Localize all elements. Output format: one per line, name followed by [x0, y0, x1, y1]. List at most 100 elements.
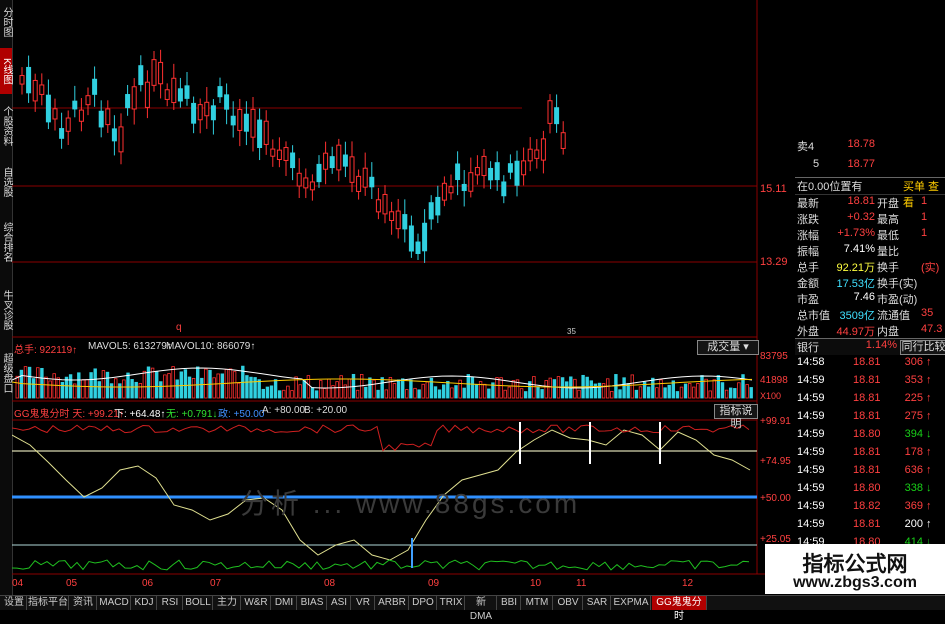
candle-body	[276, 149, 282, 161]
volume-bar	[200, 377, 204, 399]
volume-bar	[364, 386, 368, 399]
left-tab-3[interactable]: 自选股	[0, 160, 12, 204]
candle-body	[158, 61, 164, 85]
volume-bar	[159, 381, 163, 399]
candle-body	[342, 154, 348, 167]
indicator-tab-bar: 设置 指标平台 资讯 MACD KDJ RSI BOLL 主力 W&R DMI BIAS ASI VR A…	[0, 595, 945, 622]
candle-body	[356, 175, 362, 192]
volume-bar	[216, 373, 220, 399]
bottom-tab-macd[interactable]: MACD	[98, 596, 131, 610]
volume-bar	[44, 376, 48, 399]
left-tab-1[interactable]: K线图	[0, 48, 12, 94]
volume-bar	[548, 377, 552, 399]
bottom-tab-dpo[interactable]: DPO	[410, 596, 437, 610]
volume-bar	[187, 376, 192, 399]
volume-bar	[429, 377, 434, 399]
bottom-tab-mtm[interactable]: MTM	[522, 596, 553, 610]
bottom-tab-资讯[interactable]: 资讯	[70, 596, 97, 610]
indicator-axis-1: +99.91	[760, 416, 791, 427]
tick-row: 14:58 18.81 306 ↑	[797, 356, 932, 368]
candle-body	[237, 109, 243, 131]
candle-body	[560, 132, 566, 149]
bottom-tab-sar[interactable]: SAR	[584, 596, 611, 610]
volume-bar	[462, 387, 466, 399]
sector-compare-button[interactable]: 同行比较	[900, 340, 945, 355]
volume-bar	[630, 374, 634, 399]
volume-bar	[118, 383, 122, 399]
candle-body	[323, 152, 329, 170]
bottom-tab-arbr[interactable]: ARBR	[376, 596, 409, 610]
quote-row: 涨跌 +0.32 最高 1	[797, 211, 928, 226]
bottom-tab-bbi[interactable]: BBI	[498, 596, 521, 610]
candle-body	[422, 222, 428, 252]
volume-bar	[60, 381, 65, 399]
volume-bar	[474, 384, 479, 399]
bottom-tab-expma[interactable]: EXPMA	[612, 596, 651, 610]
tick-row: 14:59 18.81 225 ↑	[797, 392, 932, 404]
bottom-tab-设置[interactable]: 设置	[2, 596, 27, 610]
bottom-tab-boll[interactable]: BOLL	[184, 596, 213, 610]
candle-body	[197, 104, 203, 121]
volume-bar	[77, 372, 81, 399]
candle-body	[85, 95, 91, 106]
left-tab-4[interactable]: 综合排名	[0, 208, 12, 276]
volume-bar	[130, 379, 134, 399]
date-label: 09	[428, 578, 440, 589]
candle-body	[270, 148, 276, 157]
bottom-tab-指标平台[interactable]: 指标平台	[28, 596, 69, 610]
candle-body	[303, 177, 309, 189]
bottom-tab-obv[interactable]: OBV	[554, 596, 583, 610]
volume-bar	[454, 385, 458, 399]
left-tab-6[interactable]: 超级盘口	[0, 345, 12, 400]
volume-bar	[355, 389, 360, 399]
volume-bar	[232, 371, 237, 399]
sector-row[interactable]: 银行 1.14% 同行比较	[795, 338, 945, 355]
bottom-tab-w&r[interactable]: W&R	[242, 596, 271, 610]
volume-bar	[696, 382, 700, 399]
volume-bar	[519, 388, 524, 399]
volume-bar	[114, 378, 118, 399]
candle-body	[184, 85, 190, 99]
bottom-tab-kdj[interactable]: KDJ	[132, 596, 157, 610]
volume-bar	[323, 388, 327, 399]
bottom-tab-新dma[interactable]: 新DMA	[466, 596, 497, 622]
bottom-tab-asi[interactable]: ASI	[328, 596, 351, 610]
left-tab-2[interactable]: 个股资料	[0, 96, 12, 156]
bottom-tab-rsi[interactable]: RSI	[158, 596, 183, 610]
candle-body	[98, 110, 104, 128]
quote-subheader: 在0.00位置有 买单 查看	[795, 177, 945, 209]
volume-bar	[482, 383, 487, 399]
volume-bar	[437, 389, 442, 399]
volume-bar	[425, 381, 429, 399]
volume-bar	[540, 389, 544, 399]
candle-body	[402, 214, 408, 230]
candle-body	[336, 144, 342, 171]
candle-body	[217, 86, 223, 98]
tick-row: 14:59 18.81 275 ↑	[797, 410, 932, 422]
candle-body	[290, 152, 296, 169]
candle-body	[534, 149, 540, 159]
volume-bar	[183, 369, 188, 399]
bottom-tab-主力[interactable]: 主力	[214, 596, 241, 610]
candle-body	[488, 167, 494, 181]
bottom-tab-trix[interactable]: TRIX	[438, 596, 465, 610]
indicator-help-button[interactable]: 指标说明	[714, 404, 758, 430]
volume-bar	[175, 379, 179, 399]
bottom-tab-gg鬼鬼分时[interactable]: GG鬼鬼分时	[652, 596, 707, 622]
volume-bar	[708, 390, 712, 399]
bottom-tab-dmi[interactable]: DMI	[272, 596, 297, 610]
indicator-red-line	[12, 424, 750, 452]
volume-indicator-dropdown[interactable]: 成交量 ▾	[697, 340, 759, 355]
volume-bar	[524, 391, 528, 399]
volume-bar	[704, 378, 708, 399]
bottom-tab-vr[interactable]: VR	[352, 596, 375, 610]
left-tab-0[interactable]: 分时图	[0, 0, 12, 44]
volume-bar	[19, 369, 24, 399]
left-tab-5[interactable]: 牛叉诊股	[0, 280, 12, 340]
volume-axis-top: 83795	[760, 351, 788, 362]
quote-row: 金额 17.53亿 换手(实)	[797, 278, 918, 290]
quote-panel: 卖4 18.78 5 18.77 在0.00位置有 买单 查看 最新 18.81 开…	[795, 138, 945, 598]
candle-body	[45, 94, 51, 123]
bottom-tab-bias[interactable]: BIAS	[298, 596, 327, 610]
volume-bar	[40, 367, 44, 399]
